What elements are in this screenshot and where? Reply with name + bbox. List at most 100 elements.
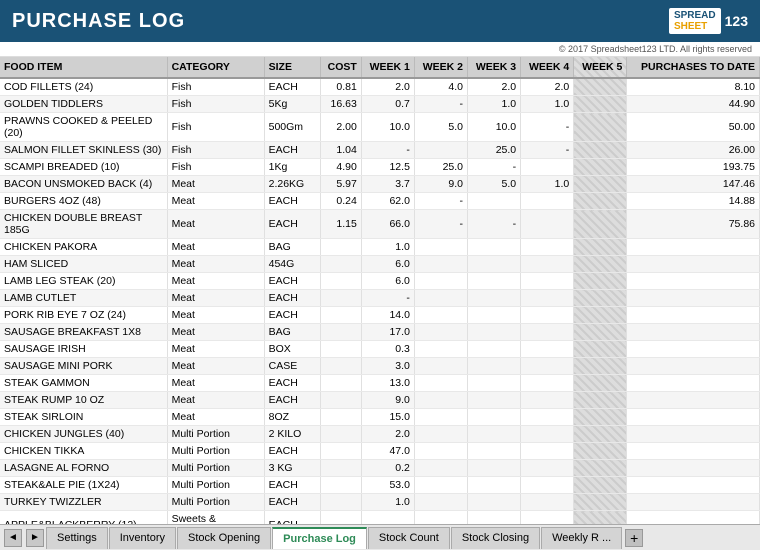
table-cell [468, 324, 521, 341]
table-cell [627, 409, 760, 426]
tab-settings[interactable]: Settings [46, 527, 108, 549]
table-cell: 2.00 [320, 113, 361, 142]
table-cell [574, 193, 627, 210]
table-cell [320, 477, 361, 494]
tab-purchase-log[interactable]: Purchase Log [272, 527, 367, 549]
table-cell: BAG [264, 324, 320, 341]
table-cell [414, 273, 467, 290]
table-cell [521, 494, 574, 511]
table-cell [574, 511, 627, 525]
tab-stock-opening[interactable]: Stock Opening [177, 527, 271, 549]
table-cell: 16.63 [320, 96, 361, 113]
table-cell: 6.0 [361, 273, 414, 290]
logo: SPREAD SHEET 123 [669, 8, 748, 34]
table-cell [574, 443, 627, 460]
table-cell [627, 392, 760, 409]
table-cell: 1.0 [521, 96, 574, 113]
table-cell [574, 494, 627, 511]
table-cell: 1.0 [361, 239, 414, 256]
table-row: SAUSAGE IRISHMeatBOX0.3 [0, 341, 760, 358]
table-cell [521, 426, 574, 443]
table-cell: Multi Portion [167, 494, 264, 511]
table-cell: Meat [167, 307, 264, 324]
table-cell [468, 358, 521, 375]
table-cell: 66.0 [361, 210, 414, 239]
table-cell [414, 375, 467, 392]
table-cell: 8OZ [264, 409, 320, 426]
table-cell [574, 96, 627, 113]
table-cell: 1.0 [521, 176, 574, 193]
tab-stock-closing[interactable]: Stock Closing [451, 527, 540, 549]
table-cell: CASE [264, 358, 320, 375]
table-cell: 50.00 [627, 113, 760, 142]
table-cell [414, 239, 467, 256]
tab-stock-count[interactable]: Stock Count [368, 527, 450, 549]
table-cell: EACH [264, 273, 320, 290]
logo-line2: SHEET [674, 21, 716, 32]
table-cell [574, 256, 627, 273]
table-cell: BOX [264, 341, 320, 358]
table-cell: CHICKEN JUNGLES (40) [0, 426, 167, 443]
table-cell [574, 460, 627, 477]
table-cell [627, 307, 760, 324]
table-cell [521, 159, 574, 176]
table-cell [320, 443, 361, 460]
table-cell: 500Gm [264, 113, 320, 142]
table-cell [468, 477, 521, 494]
table-cell [414, 307, 467, 324]
table-cell: 3.0 [361, 358, 414, 375]
table-cell [320, 511, 361, 525]
tab-inventory[interactable]: Inventory [109, 527, 176, 549]
col-week3: WEEK 3 [468, 57, 521, 78]
table-cell: 193.75 [627, 159, 760, 176]
table-cell [574, 210, 627, 239]
table-container[interactable]: FOOD ITEM CATEGORY SIZE COST WEEK 1 WEEK… [0, 57, 760, 524]
table-cell [414, 477, 467, 494]
table-cell: 5.97 [320, 176, 361, 193]
table-cell: 12.5 [361, 159, 414, 176]
table-cell [521, 375, 574, 392]
table-cell [468, 392, 521, 409]
tab-nav-prev[interactable]: ◄ [4, 529, 22, 547]
col-size: SIZE [264, 57, 320, 78]
table-cell [320, 324, 361, 341]
table-cell: 62.0 [361, 193, 414, 210]
table-cell: 26.00 [627, 142, 760, 159]
tab-nav-next[interactable]: ► [26, 529, 44, 547]
table-cell: 10.0 [361, 113, 414, 142]
tab-bar: ◄ ► Settings Inventory Stock Opening Pur… [0, 524, 760, 550]
table-cell: Meat [167, 324, 264, 341]
table-cell: STEAK RUMP 10 OZ [0, 392, 167, 409]
table-row: PRAWNS COOKED & PEELED (20)Fish500Gm2.00… [0, 113, 760, 142]
table-cell [468, 273, 521, 290]
table-cell: 2.0 [361, 426, 414, 443]
table-cell [627, 324, 760, 341]
table-row: SAUSAGE MINI PORKMeatCASE3.0 [0, 358, 760, 375]
table-cell [521, 409, 574, 426]
table-cell [574, 290, 627, 307]
table-cell: 5Kg [264, 96, 320, 113]
table-cell [574, 358, 627, 375]
table-cell [468, 290, 521, 307]
tab-weekly-r[interactable]: Weekly R ... [541, 527, 622, 549]
table-cell [468, 460, 521, 477]
tab-add-button[interactable]: + [625, 529, 643, 547]
table-cell: EACH [264, 210, 320, 239]
table-cell [521, 193, 574, 210]
table-cell: SAUSAGE MINI PORK [0, 358, 167, 375]
table-cell [627, 375, 760, 392]
table-cell: 47.0 [361, 443, 414, 460]
col-cost: COST [320, 57, 361, 78]
table-cell [320, 290, 361, 307]
col-week5: WEEK 5 [574, 57, 627, 78]
table-cell: 3 KG [264, 460, 320, 477]
table-cell [320, 375, 361, 392]
table-row: CHICKEN TIKKAMulti PortionEACH47.0 [0, 443, 760, 460]
header: PURCHASE LOG SPREAD SHEET 123 [0, 0, 760, 42]
table-cell: 15.0 [361, 409, 414, 426]
table-cell [468, 426, 521, 443]
table-cell [414, 358, 467, 375]
table-cell: 1Kg [264, 159, 320, 176]
table-cell [574, 239, 627, 256]
table-cell: PORK RIB EYE 7 OZ (24) [0, 307, 167, 324]
